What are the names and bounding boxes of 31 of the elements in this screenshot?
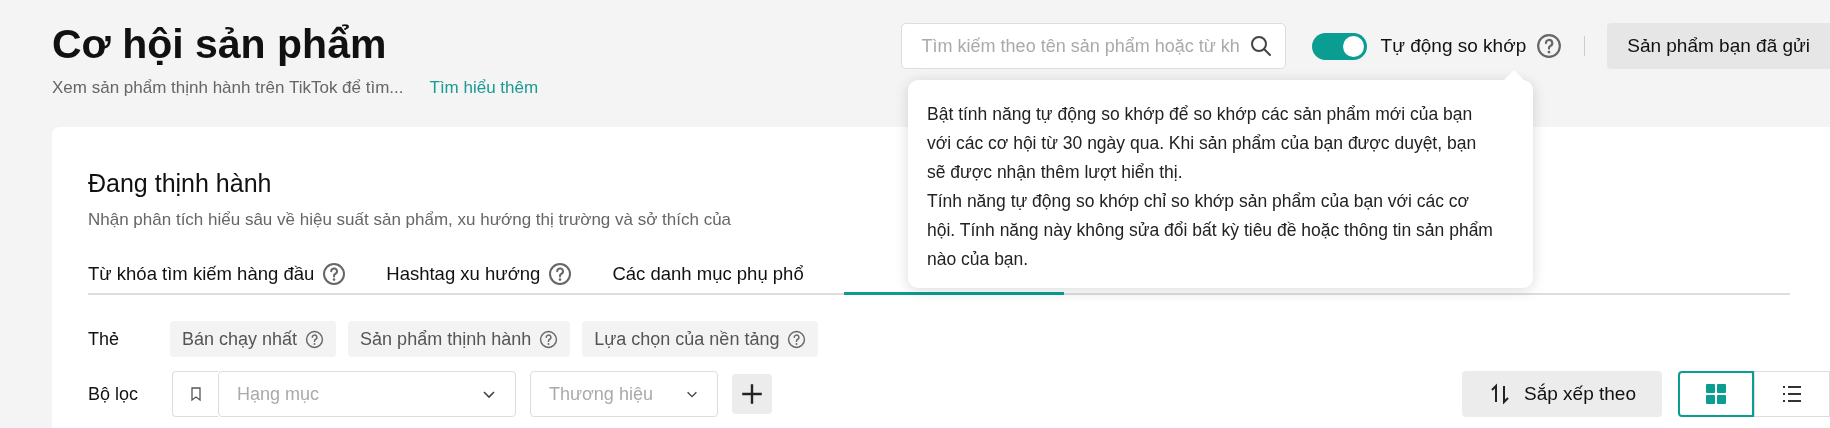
tag-chip[interactable]: Lựa chọn của nền tảng bbox=[582, 321, 819, 357]
tag-chip[interactable]: Sản phẩm thịnh hành bbox=[348, 321, 571, 357]
submitted-products-button[interactable]: Sản phẩm bạn đã gửi bbox=[1607, 23, 1830, 69]
grid-icon bbox=[1704, 382, 1728, 406]
sort-button[interactable]: Sắp xếp theo bbox=[1462, 371, 1662, 417]
page-subtitle: Xem sản phẩm thịnh hành trên TikTok để tìm... bbox=[52, 78, 404, 98]
search-icon bbox=[1248, 34, 1273, 58]
search-field[interactable]: Tìm kiếm theo tên sản phẩm hoặc từ kh bbox=[900, 23, 1286, 69]
help-icon bbox=[787, 329, 807, 349]
list-view-button[interactable] bbox=[1754, 371, 1830, 417]
help-icon[interactable] bbox=[1536, 33, 1563, 59]
page-title: Cơ hội sản phẩm bbox=[52, 20, 388, 68]
plus-icon bbox=[739, 381, 765, 407]
tooltip-text: Bật tính năng tự động so khớp để so khớp các sản phẩm mới của bạn với các cơ hội từ 30 ngày qua. Khi sản phẩm của bạn được duyệt, bạn sẽ được nhận thêm lượt hiển thị. bbox=[927, 103, 1478, 184]
help-icon[interactable] bbox=[322, 262, 347, 286]
section-description: Nhận phân tích hiểu sâu về hiệu suất sản phẩm, xu hướng thị trường và sở thích của bbox=[88, 210, 732, 230]
add-filter-button[interactable] bbox=[732, 374, 772, 414]
tab[interactable]: Từ khóa tìm kiếm hàng đầu bbox=[88, 262, 347, 295]
auto-match-label: Tự động so khớp bbox=[1380, 35, 1527, 57]
help-icon bbox=[539, 329, 559, 349]
filter-label: Bộ lọc bbox=[88, 383, 140, 405]
bookmark-button[interactable] bbox=[172, 371, 218, 417]
auto-match-toggle[interactable] bbox=[1311, 32, 1367, 60]
help-icon bbox=[305, 329, 325, 349]
tag-chip[interactable]: Bán chạy nhất bbox=[170, 321, 337, 357]
tab[interactable]: Hashtag xu hướng bbox=[386, 262, 573, 295]
section-title: Đang thịnh hành bbox=[88, 169, 272, 198]
help-icon[interactable] bbox=[548, 262, 573, 286]
tab[interactable]: Các danh mục phụ phổ bbox=[612, 262, 804, 295]
tags-label: Thẻ bbox=[88, 328, 121, 350]
tooltip-text: Tính năng tự động so khớp chỉ so khớp sản phẩm của bạn với các cơ hội. Tính năng này không sửa đổi bất kỳ tiêu đề hoặc thông tin sản phẩm nào của bạn. bbox=[927, 190, 1493, 271]
